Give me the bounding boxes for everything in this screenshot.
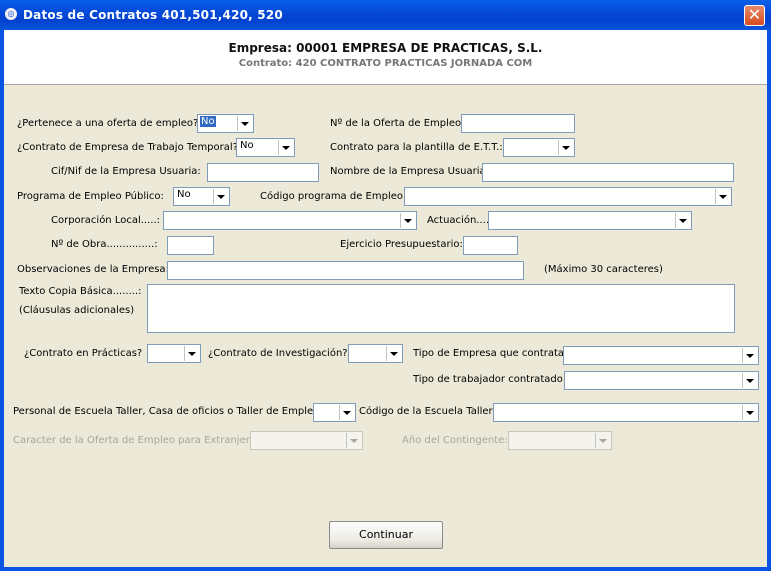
contingente-select — [508, 431, 612, 450]
header-panel: Empresa: 00001 EMPRESA DE PRACTICAS, S.L… — [4, 30, 767, 85]
corporacion-select[interactable] — [163, 211, 417, 230]
investigacion-select[interactable] — [348, 344, 403, 363]
texto-copia-label: Texto Copia Básica........: — [19, 286, 142, 297]
obra-input[interactable] — [167, 236, 214, 255]
corporacion-label: Corporación Local.....: — [51, 215, 161, 226]
contract-subtitle: Contrato: 420 CONTRATO PRACTICAS JORNADA… — [238, 58, 533, 69]
app-icon: ◎ — [5, 8, 17, 20]
dialog-window: ◎ Datos de Contratos 401,501,420, 520 ✕ … — [0, 0, 771, 571]
plantilla-ett-label: Contrato para la plantilla de E.T.T.: — [330, 142, 503, 153]
contingente-label: Año del Contingente: — [402, 435, 508, 446]
nombre-empresa-input[interactable] — [482, 163, 734, 182]
ett-value: No — [240, 140, 254, 151]
tipo-trabajador-select[interactable] — [564, 371, 759, 390]
caracter-oferta-label: Caracter de la Oferta de Empleo para Ext… — [13, 435, 265, 446]
escuela-select[interactable] — [313, 403, 356, 422]
practicas-label: ¿Contrato en Prácticas? — [24, 348, 143, 359]
programa-select[interactable]: No — [173, 187, 230, 206]
dialog-body: Empresa: 00001 EMPRESA DE PRACTICAS, S.L… — [4, 30, 767, 567]
oferta-empleo-select[interactable]: No — [197, 114, 254, 133]
tipo-trabajador-label: Tipo de trabajador contratado: — [413, 374, 567, 385]
chevron-down-icon — [346, 433, 361, 448]
ett-select[interactable]: No — [236, 138, 295, 157]
observaciones-label: Observaciones de la Empresa: — [17, 264, 169, 275]
codigo-programa-select[interactable] — [404, 187, 732, 206]
chevron-down-icon — [595, 433, 610, 448]
investigacion-label: ¿Contrato de Investigación? — [208, 348, 348, 359]
chevron-down-icon[interactable] — [400, 213, 415, 228]
num-oferta-label: Nº de la Oferta de Empleo: — [330, 118, 465, 129]
codigo-programa-label: Código programa de Empleo: — [260, 191, 407, 202]
chevron-down-icon[interactable] — [742, 405, 757, 420]
close-icon: ✕ — [747, 5, 762, 24]
obra-label: Nº de Obra...............: — [51, 239, 158, 250]
ejercicio-input[interactable] — [463, 236, 518, 255]
chevron-down-icon[interactable] — [184, 346, 199, 361]
actuacion-select[interactable] — [488, 211, 692, 230]
chevron-down-icon[interactable] — [213, 189, 228, 204]
observaciones-input[interactable] — [167, 261, 524, 280]
chevron-down-icon[interactable] — [715, 189, 730, 204]
programa-value: No — [177, 189, 191, 200]
company-title: Empresa: 00001 EMPRESA DE PRACTICAS, S.L… — [228, 41, 543, 55]
plantilla-ett-select[interactable] — [503, 138, 575, 157]
continuar-button[interactable]: Continuar — [329, 521, 443, 549]
codigo-escuela-label: Código de la Escuela Taller: — [359, 406, 496, 417]
chevron-down-icon[interactable] — [386, 346, 401, 361]
title-bar[interactable]: ◎ Datos de Contratos 401,501,420, 520 ✕ — [0, 0, 771, 30]
chevron-down-icon[interactable] — [675, 213, 690, 228]
window-title: Datos de Contratos 401,501,420, 520 — [23, 8, 283, 22]
codigo-escuela-select[interactable] — [493, 403, 759, 422]
caracter-oferta-select — [250, 431, 363, 450]
practicas-select[interactable] — [147, 344, 201, 363]
cif-label: Cif/Nif de la Empresa Usuaria: — [51, 166, 201, 177]
chevron-down-icon[interactable] — [237, 116, 252, 131]
clausulas-label: (Cláusulas adicionales) — [19, 305, 135, 316]
close-button[interactable]: ✕ — [744, 5, 765, 26]
num-oferta-input[interactable] — [461, 114, 575, 133]
oferta-empleo-label: ¿Pertenece a una oferta de empleo? — [17, 118, 199, 129]
escuela-label: Personal de Escuela Taller, Casa de ofic… — [13, 406, 323, 417]
nombre-empresa-label: Nombre de la Empresa Usuaria: — [330, 166, 490, 177]
tipo-empresa-select[interactable] — [563, 346, 759, 365]
chevron-down-icon[interactable] — [742, 348, 757, 363]
actuacion-label: Actuación.... — [427, 215, 489, 226]
texto-copia-textarea[interactable] — [147, 284, 735, 333]
chevron-down-icon[interactable] — [278, 140, 293, 155]
chevron-down-icon[interactable] — [742, 373, 757, 388]
observaciones-hint: (Máximo 30 caracteres) — [544, 264, 663, 275]
cif-input[interactable] — [207, 163, 319, 182]
ett-label: ¿Contrato de Empresa de Trabajo Temporal… — [17, 142, 238, 153]
programa-label: Programa de Empleo Público: — [17, 191, 164, 202]
oferta-empleo-value: No — [200, 116, 216, 127]
chevron-down-icon[interactable] — [558, 140, 573, 155]
chevron-down-icon[interactable] — [339, 405, 354, 420]
tipo-empresa-label: Tipo de Empresa que contrata: — [413, 348, 568, 359]
ejercicio-label: Ejercicio Presupuestario: — [340, 239, 463, 250]
